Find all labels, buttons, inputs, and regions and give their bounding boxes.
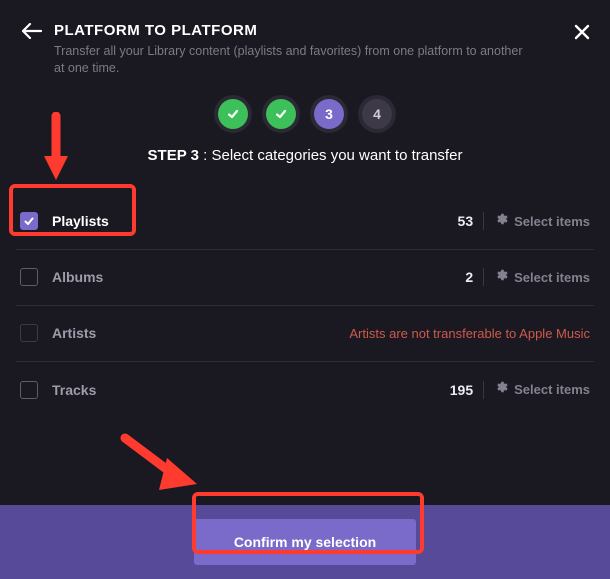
gear-icon[interactable] bbox=[494, 380, 508, 399]
close-icon[interactable] bbox=[574, 24, 590, 45]
divider bbox=[483, 212, 484, 230]
step-1-done-icon bbox=[218, 99, 248, 129]
category-list: Playlists 53 Select items Albums 2 Selec… bbox=[0, 194, 610, 418]
select-items-link[interactable]: Select items bbox=[514, 270, 590, 285]
category-label: Playlists bbox=[52, 213, 458, 229]
category-label: Artists bbox=[52, 325, 349, 341]
category-row-tracks[interactable]: Tracks 195 Select items bbox=[16, 362, 594, 418]
category-error-message: Artists are not transferable to Apple Mu… bbox=[349, 326, 590, 341]
checkbox-artists bbox=[20, 324, 38, 342]
step-2-done-icon bbox=[266, 99, 296, 129]
divider bbox=[483, 381, 484, 399]
category-row-playlists[interactable]: Playlists 53 Select items bbox=[16, 194, 594, 250]
checkbox-playlists[interactable] bbox=[20, 212, 38, 230]
modal-subtitle: Transfer all your Library content (playl… bbox=[54, 43, 534, 77]
category-row-artists: Artists Artists are not transferable to … bbox=[16, 306, 594, 362]
modal-footer: Confirm my selection bbox=[0, 505, 610, 579]
category-row-albums[interactable]: Albums 2 Select items bbox=[16, 250, 594, 306]
category-count: 53 bbox=[458, 213, 474, 229]
back-arrow-icon[interactable] bbox=[22, 23, 42, 44]
category-label: Albums bbox=[52, 269, 465, 285]
select-items-link[interactable]: Select items bbox=[514, 214, 590, 229]
step-3-current: 3 bbox=[314, 99, 344, 129]
gear-icon[interactable] bbox=[494, 268, 508, 287]
category-count: 195 bbox=[450, 382, 473, 398]
step-description: STEP 3 : Select categories you want to t… bbox=[0, 147, 610, 164]
confirm-button[interactable]: Confirm my selection bbox=[194, 519, 416, 565]
divider bbox=[483, 268, 484, 286]
category-label: Tracks bbox=[52, 382, 450, 398]
annotation-arrow-diagonal bbox=[115, 430, 205, 500]
step-4-future: 4 bbox=[362, 99, 392, 129]
modal-title: PLATFORM TO PLATFORM bbox=[54, 22, 588, 39]
checkbox-tracks[interactable] bbox=[20, 381, 38, 399]
category-count: 2 bbox=[465, 269, 473, 285]
step-indicator: 3 4 bbox=[0, 95, 610, 133]
checkbox-albums[interactable] bbox=[20, 268, 38, 286]
modal-header: PLATFORM TO PLATFORM Transfer all your L… bbox=[0, 0, 610, 91]
gear-icon[interactable] bbox=[494, 212, 508, 231]
select-items-link[interactable]: Select items bbox=[514, 382, 590, 397]
